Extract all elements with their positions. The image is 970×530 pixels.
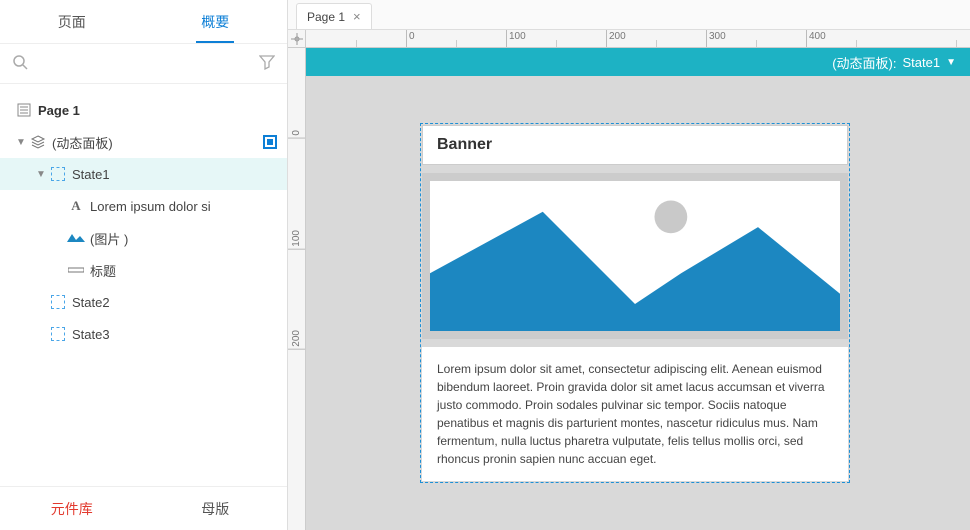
tab-pages[interactable]: 页面 — [0, 0, 144, 43]
tree-image-widget[interactable]: (图片 ) — [0, 222, 287, 254]
outline-tree: Page 1 ▼ (动态面板) ▼ State1 A Lorem ips — [0, 84, 287, 486]
ruler-v-tick: 0 — [288, 130, 305, 139]
selection-indicator-icon — [263, 135, 277, 149]
canvas[interactable]: (动态面板): State1 ▼ Banner Lorem — [306, 48, 970, 530]
chevron-down-icon: ▼ — [946, 57, 956, 68]
ruler-h-tick: 300 — [706, 30, 726, 47]
tree-state3[interactable]: State3 — [0, 318, 287, 350]
tree-state1-label: State1 — [72, 167, 277, 182]
image-icon — [66, 232, 86, 244]
tree-page-label: Page 1 — [38, 103, 277, 118]
tree-page[interactable]: Page 1 — [0, 94, 287, 126]
tree-dynamic-panel-label: (动态面板) — [52, 133, 263, 152]
heading-icon — [66, 265, 86, 275]
state-header-prefix: (动态面板): — [832, 53, 896, 72]
tab-masters[interactable]: 母版 — [144, 487, 288, 530]
filter-icon[interactable] — [259, 54, 275, 73]
caret-icon: ▼ — [14, 137, 28, 148]
tree-text-widget-label: Lorem ipsum dolor si — [90, 199, 277, 214]
search-icon[interactable] — [12, 54, 28, 73]
tab-outline[interactable]: 概要 — [144, 0, 288, 43]
image-placeholder[interactable] — [422, 173, 848, 339]
ruler-h-tick: 200 — [606, 30, 626, 47]
document-tab-label: Page 1 — [307, 10, 345, 24]
caret-icon: ▼ — [34, 169, 48, 180]
body-text-widget[interactable]: Lorem ipsum dolor sit amet, consectetur … — [422, 347, 848, 481]
tree-title-widget-label: 标题 — [90, 261, 277, 280]
tree-state1[interactable]: ▼ State1 — [0, 158, 287, 190]
ruler-h-tick: 400 — [806, 30, 826, 47]
tree-state3-label: State3 — [72, 327, 277, 342]
tree-image-widget-label: (图片 ) — [90, 229, 277, 248]
close-icon[interactable]: × — [353, 9, 361, 24]
left-sidebar: 页面 概要 Page 1 ▼ — [0, 0, 288, 530]
tab-widgets[interactable]: 元件库 — [0, 487, 144, 530]
sidebar-top-tabs: 页面 概要 — [0, 0, 287, 44]
state-icon — [48, 167, 68, 181]
tree-title-widget[interactable]: 标题 — [0, 254, 287, 286]
document-tab-page1[interactable]: Page 1 × — [296, 3, 372, 29]
ruler-vertical[interactable]: 0 100 200 — [288, 48, 306, 530]
state-header[interactable]: (动态面板): State1 ▼ — [306, 48, 970, 76]
ruler-origin[interactable] — [288, 30, 306, 48]
text-icon: A — [66, 198, 86, 214]
tree-dynamic-panel[interactable]: ▼ (动态面板) — [0, 126, 287, 158]
selected-panel-outline[interactable]: Banner Lorem ipsum dolor sit amet, conse… — [420, 123, 850, 483]
outline-search-row — [0, 44, 287, 84]
ruler-v-tick: 200 — [288, 330, 305, 350]
ruler-h-tick: 0 — [406, 30, 415, 47]
state-icon — [48, 295, 68, 309]
page-icon — [14, 103, 34, 117]
main-area: Page 1 × 0 100 200 300 400 0 100 200 (动态… — [288, 0, 970, 530]
document-tabbar: Page 1 × — [288, 0, 970, 30]
ruler-h-tick: 100 — [506, 30, 526, 47]
banner-title-box[interactable]: Banner — [422, 125, 848, 165]
ruler-v-tick: 100 — [288, 230, 305, 250]
mountains-shape — [430, 212, 840, 331]
tree-state2-label: State2 — [72, 295, 277, 310]
image-placeholder-inner — [430, 181, 840, 331]
tree-text-widget[interactable]: A Lorem ipsum dolor si — [0, 190, 287, 222]
sidebar-bottom-tabs: 元件库 母版 — [0, 486, 287, 530]
layers-icon — [28, 134, 48, 150]
state-icon — [48, 327, 68, 341]
ruler-horizontal[interactable]: 0 100 200 300 400 — [306, 30, 970, 48]
banner-title-text: Banner — [437, 136, 833, 154]
state-header-state: State1 — [903, 55, 941, 70]
tree-state2[interactable]: State2 — [0, 286, 287, 318]
sun-icon — [654, 200, 687, 233]
